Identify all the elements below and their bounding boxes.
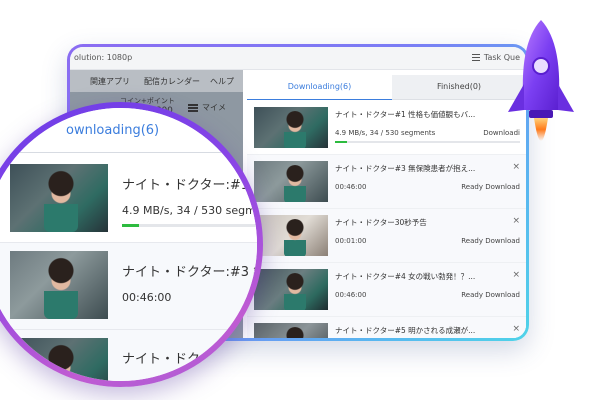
tab-downloading[interactable]: Downloading(6): [247, 75, 392, 100]
magnified-row: ナイト・ドクター:#3 無保険 00:46:00: [0, 243, 257, 330]
close-icon[interactable]: ×: [512, 216, 520, 226]
download-tabs: Downloading(6) Finished(0): [247, 75, 526, 100]
download-row[interactable]: ナイト・ドクター#1 性格も価値観もバ... 4.9 MB/s, 34 / 53…: [247, 101, 526, 155]
download-panel: Downloading(6) Finished(0) ナイト・ドクター#1 性格…: [247, 75, 526, 338]
video-thumbnail: [254, 215, 328, 256]
video-duration: 00:01:00: [335, 237, 367, 245]
magnified-row: ナイト・ドクター:#1 性格 4.9 MB/s, 34 / 530 segme: [0, 156, 257, 243]
magnified-title: ナイト・ドクター:#1 性格: [122, 178, 257, 193]
download-progress-fill: [335, 141, 347, 143]
rocket-icon: [508, 20, 574, 141]
video-title: ナイト・ドクター#1 性格も価値観もバ...: [335, 110, 476, 119]
video-thumbnail: [254, 269, 328, 310]
video-thumbnail: [10, 164, 108, 232]
magnified-progress-bar: [122, 224, 257, 227]
magnified-row: ナイト・ドクター:#: [0, 330, 257, 381]
magnified-tab: ownloading(6): [0, 108, 257, 156]
list-icon: [471, 54, 480, 61]
video-thumbnail: [254, 323, 328, 338]
video-title: ナイト・ドクター30秒予告: [335, 218, 427, 227]
site-nav-item[interactable]: 配信カレンダー: [144, 76, 200, 87]
resolution-label: olution: 1080p: [74, 53, 133, 62]
video-thumbnail: [254, 107, 328, 148]
top-bar: olution: 1080p Task Que: [70, 47, 526, 70]
video-title: ナイト・ドクター#5 明かされる成瀬が...: [335, 326, 476, 335]
download-speed: 4.9 MB/s, 34 / 530 segments: [335, 129, 436, 137]
magnifier-circle: ownloading(6) ナイト・ドクター:#1 性格 4.9 MB/s, 3…: [0, 102, 263, 387]
close-icon[interactable]: ×: [512, 270, 520, 280]
magnified-progress-fill: [122, 224, 140, 227]
download-row[interactable]: ナイト・ドクター#3 無保険患者が抱え... × 00:46:00 Ready …: [247, 155, 526, 209]
download-status: Ready Download: [461, 291, 520, 299]
magnified-tab-label: ownloading(6): [66, 123, 160, 138]
video-duration: 00:46:00: [335, 291, 367, 299]
download-row[interactable]: ナイト・ドクター#5 明かされる成瀬が... ×: [247, 317, 526, 338]
video-title: ナイト・ドクター#4 女の戦い勃発！？...: [335, 272, 476, 281]
download-row[interactable]: ナイト・ドクター30秒予告 × 00:01:00 Ready Download: [247, 209, 526, 263]
download-progress-bar: [335, 141, 520, 143]
site-nav: 関連アプリ 配信カレンダー ヘルプ: [70, 70, 243, 92]
site-nav-item[interactable]: ヘルプ: [210, 76, 234, 87]
video-thumbnail: [10, 338, 108, 381]
download-status: Ready Download: [461, 237, 520, 245]
magnified-duration: 00:46:00: [122, 291, 172, 304]
video-thumbnail: [254, 161, 328, 202]
magnified-title: ナイト・ドクター:#: [122, 352, 241, 367]
download-list: ナイト・ドクター#1 性格も価値観もバ... 4.9 MB/s, 34 / 53…: [247, 101, 526, 338]
video-title: ナイト・ドクター#3 無保険患者が抱え...: [335, 164, 476, 173]
magnified-view: ownloading(6) ナイト・ドクター:#1 性格 4.9 MB/s, 3…: [0, 108, 257, 381]
close-icon[interactable]: ×: [512, 324, 520, 334]
download-row[interactable]: ナイト・ドクター#4 女の戦い勃発！？... × 00:46:00 Ready …: [247, 263, 526, 317]
download-status: Ready Download: [461, 183, 520, 191]
site-nav-item[interactable]: 関連アプリ: [90, 76, 130, 87]
video-thumbnail: [10, 251, 108, 319]
magnified-speed: 4.9 MB/s, 34 / 530 segme: [122, 204, 257, 217]
video-duration: 00:46:00: [335, 183, 367, 191]
magnified-title: ナイト・ドクター:#3 無保険: [122, 265, 257, 280]
